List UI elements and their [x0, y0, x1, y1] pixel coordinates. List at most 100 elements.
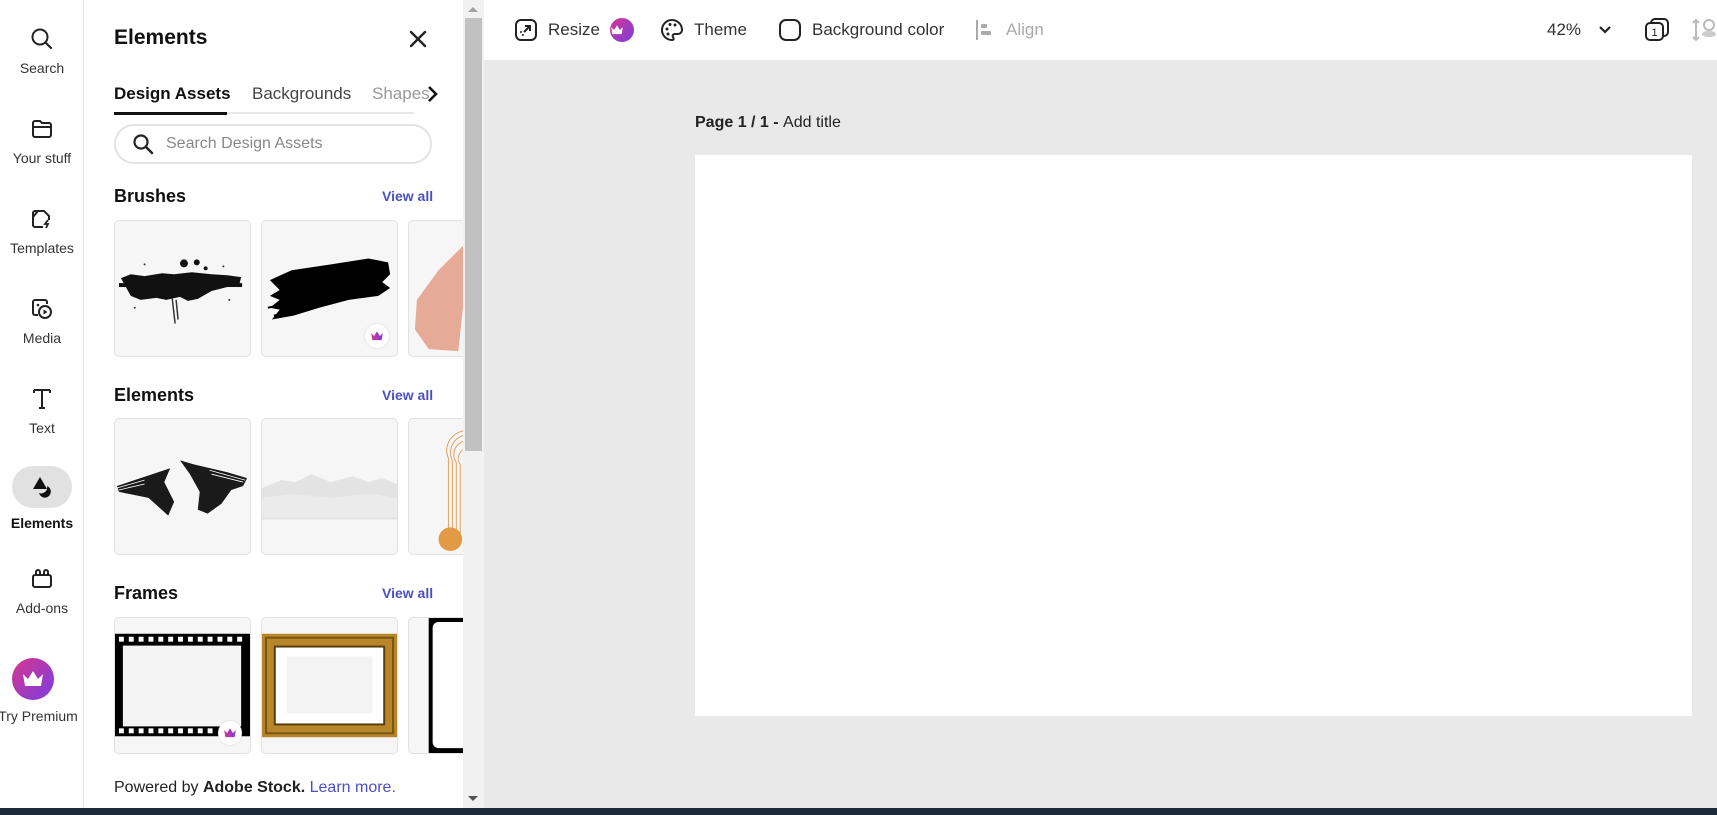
rail-item-your-stuff[interactable]: Your stuff	[0, 116, 84, 166]
resize-button[interactable]: Resize	[514, 16, 634, 44]
page-count: 1	[1651, 27, 1657, 39]
add-title-field[interactable]: Add title	[783, 114, 841, 131]
rail-item-add-ons[interactable]: Add-ons	[0, 566, 84, 616]
elements-panel: Elements Design Assets Backgrounds Shape…	[84, 0, 463, 808]
palette-icon	[661, 18, 684, 42]
crown-icon	[611, 25, 623, 35]
rail-item-templates[interactable]: Templates	[0, 206, 84, 256]
premium-badge	[218, 721, 242, 745]
rail-item-media[interactable]: Media	[0, 296, 84, 346]
zoom-dropdown[interactable]: 42%	[1547, 16, 1613, 44]
premium-badge	[609, 18, 634, 42]
panel-title: Elements	[114, 26, 208, 49]
frame-card-black-rough[interactable]	[408, 617, 463, 754]
frames-view-all-link[interactable]: View all	[382, 585, 433, 601]
scroll-down-arrow-icon[interactable]	[468, 796, 478, 801]
folder-icon	[32, 120, 52, 138]
crown-icon	[224, 728, 236, 738]
premium-badge	[365, 324, 389, 348]
rail-item-text[interactable]: Text	[0, 386, 84, 436]
background-color-label: Background color	[812, 20, 945, 39]
search-input[interactable]	[166, 135, 416, 153]
align-icon	[976, 20, 991, 40]
scrollbar-thumb[interactable]	[465, 18, 482, 451]
premium-badge	[12, 658, 54, 700]
background-color-button[interactable]: Background color	[778, 16, 944, 44]
top-toolbar: Resize Theme Background color Align 42% …	[484, 0, 1717, 60]
element-card-wavy-shape[interactable]	[114, 418, 251, 555]
rail-item-try-premium[interactable]: Try Premium	[0, 658, 84, 724]
adobe-stock-label: Adobe Stock.	[202, 779, 306, 796]
element-card-mountains[interactable]	[261, 418, 398, 555]
crown-icon	[371, 331, 383, 341]
powered-by-text: Powered by	[114, 779, 203, 796]
chevron-right-icon[interactable]	[424, 82, 442, 106]
brush-card-grunge-splatter[interactable]	[114, 220, 251, 357]
powered-by-footer: Powered by Adobe Stock. Learn more.	[114, 779, 396, 797]
rail-item-label: Add-ons	[15, 600, 69, 616]
tab-design-assets[interactable]: Design Assets	[114, 84, 231, 104]
templates-icon	[32, 210, 50, 229]
rail-item-label: Elements	[10, 515, 74, 531]
search-design-assets[interactable]	[114, 124, 432, 164]
crown-icon	[23, 671, 43, 686]
rail-item-label: Try Premium	[0, 708, 78, 724]
rail-item-label: Templates	[10, 240, 74, 256]
page-number: Page 1 / 1 -	[695, 114, 784, 131]
black-wavy-shape-image	[116, 460, 248, 516]
section-title-frames: Frames	[114, 583, 179, 603]
rail-item-label: Search	[19, 60, 65, 76]
brushes-view-all-link[interactable]: View all	[382, 188, 433, 204]
active-indicator	[12, 466, 72, 508]
rail-item-elements[interactable]: Elements	[0, 466, 84, 531]
grunge-splatter-image	[118, 259, 243, 324]
section-title-brushes: Brushes	[114, 186, 187, 206]
panel-scrollbar[interactable]	[463, 0, 484, 808]
theme-label: Theme	[694, 20, 747, 39]
close-icon[interactable]	[406, 27, 430, 51]
design-page[interactable]	[695, 155, 1692, 716]
canvas-area: Page 1 / 1 - Add title	[484, 60, 1717, 808]
background-color-swatch-icon	[779, 19, 801, 41]
pages-button[interactable]: 1	[1644, 16, 1680, 44]
scroll-up-arrow-icon[interactable]	[468, 7, 478, 12]
black-rough-frame-image	[428, 618, 463, 753]
elements-view-all-link[interactable]: View all	[382, 387, 433, 403]
orange-arch-image	[438, 430, 463, 552]
active-tab-underline	[114, 112, 227, 115]
section-title-elements: Elements	[114, 385, 195, 405]
media-icon	[32, 299, 52, 319]
rail-item-label: Your stuff	[12, 150, 72, 166]
search-icon	[133, 134, 154, 155]
rail-item-label: Media	[22, 330, 62, 346]
resize-icon	[515, 19, 537, 41]
brush-card-peach-stroke[interactable]	[408, 220, 463, 357]
page-label: Page 1 / 1 - Add title	[695, 114, 841, 132]
brush-card-black-stroke[interactable]	[261, 220, 398, 357]
text-icon	[33, 389, 51, 409]
tab-backgrounds[interactable]: Backgrounds	[252, 84, 351, 104]
pages-icon: 1	[1645, 18, 1669, 41]
chevron-down-icon	[1599, 26, 1611, 34]
rail-item-search[interactable]: Search	[0, 26, 84, 76]
taskbar	[0, 808, 1717, 815]
gold-frame-image	[262, 633, 397, 738]
frame-card-film-strip[interactable]	[114, 617, 251, 754]
rail-item-label: Text	[29, 420, 55, 436]
theme-button[interactable]: Theme	[660, 16, 747, 44]
tab-shapes[interactable]: Shapes	[372, 84, 430, 104]
element-card-orange-arch[interactable]	[408, 418, 463, 555]
layers-icon	[1692, 18, 1716, 42]
addons-icon	[32, 569, 52, 588]
peach-brush-stroke-image	[414, 245, 463, 352]
white-mountains-image	[262, 474, 397, 520]
resize-label: Resize	[548, 20, 600, 39]
zoom-level: 42%	[1547, 20, 1582, 39]
elements-icon	[33, 477, 51, 498]
search-icon	[31, 28, 53, 50]
layers-button[interactable]	[1692, 16, 1717, 44]
align-button[interactable]: Align	[974, 16, 1044, 44]
align-label: Align	[1006, 20, 1044, 39]
learn-more-link[interactable]: Learn more.	[310, 779, 396, 796]
frame-card-gold-ornate[interactable]	[261, 617, 398, 754]
